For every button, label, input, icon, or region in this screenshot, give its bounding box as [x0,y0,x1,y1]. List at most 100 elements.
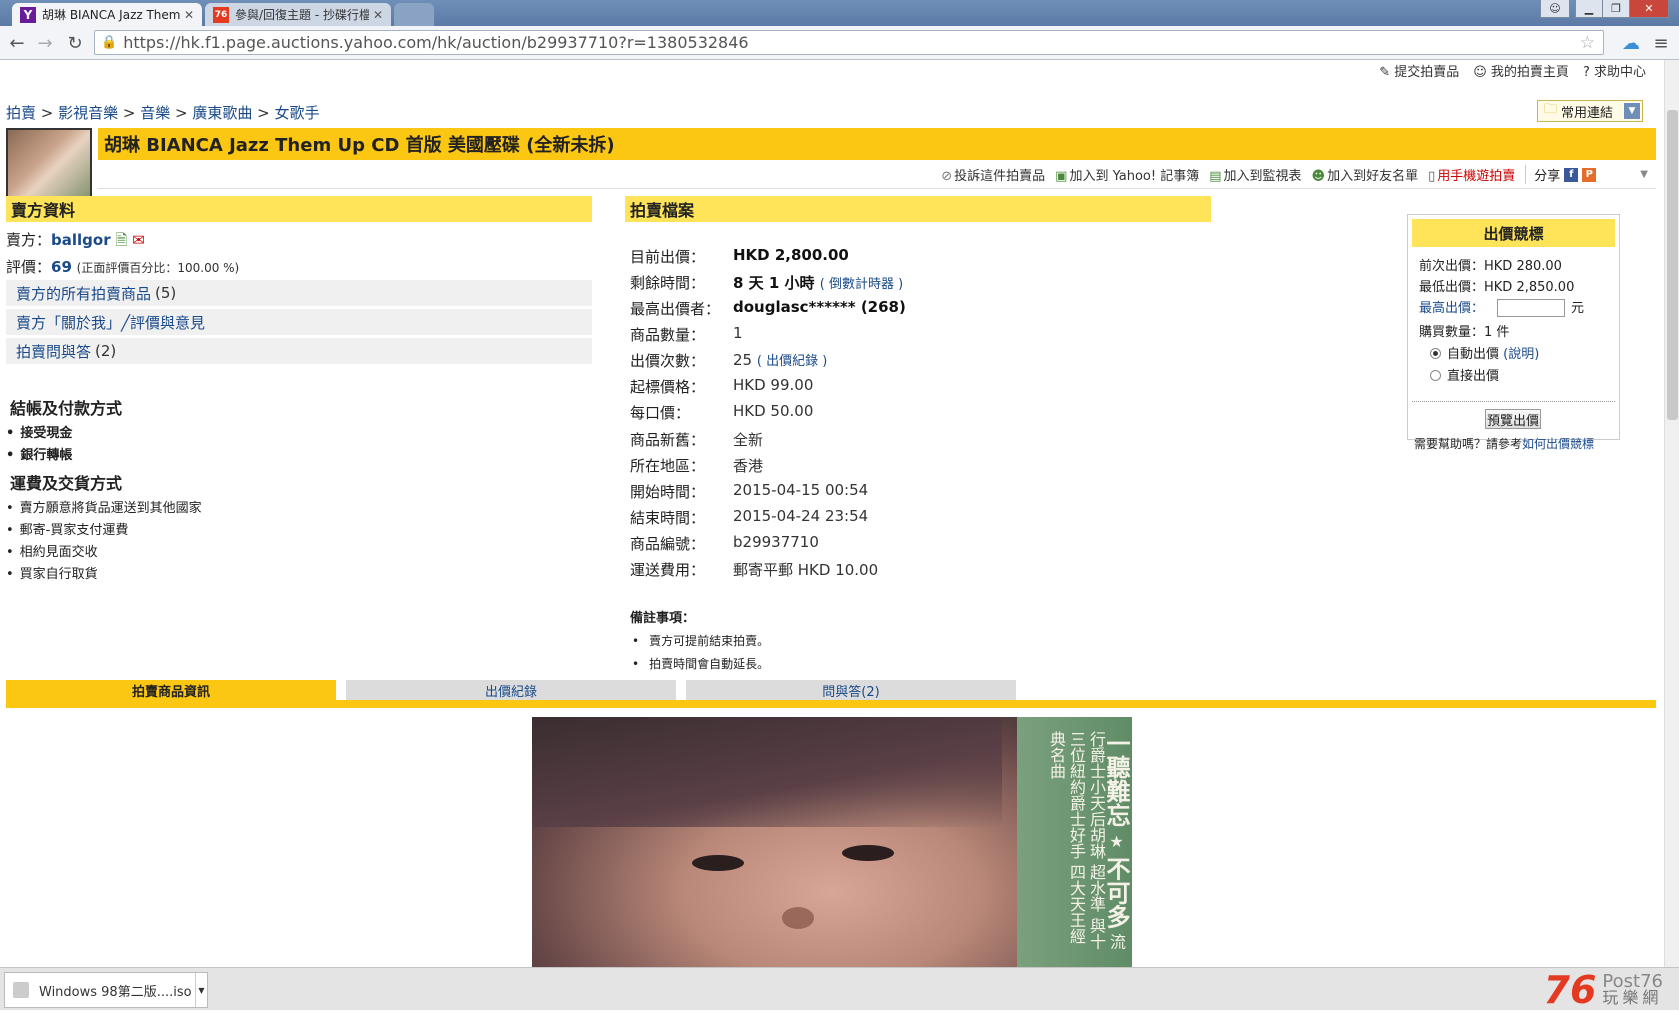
currency-unit: 元 [1571,301,1585,316]
submit-item-link[interactable]: ✎ 提交拍賣品 [1379,61,1459,80]
shipping-item: 賣方願意將貨品運送到其他國家 [6,497,202,516]
url-text: https://hk.f1.page.auctions.yahoo.com/hk… [123,33,749,52]
user-profile-icon[interactable]: ☺ [1540,0,1570,18]
minimize-button[interactable]: ▁ [1575,0,1603,18]
highest-bidder-row: 最高出價者： douglasc****** (268) [630,298,906,320]
breadcrumb-item[interactable]: 影視音樂 [58,104,118,122]
page-scrollbar[interactable] [1664,60,1679,967]
scrollbar-thumb[interactable] [1667,110,1678,420]
seller-heading: 賣方資料 [6,196,592,222]
share-label: 分享 [1534,169,1561,184]
seller-about-link[interactable]: 賣方「關於我」╱評價與意見 [6,309,592,335]
seller-card-icon[interactable]: ✉ [132,231,145,249]
seller-name-link[interactable]: ballgor [51,231,111,249]
breadcrumb-item[interactable]: 音樂 [140,104,170,122]
add-friend-link[interactable]: ☻ 加入到好友名單 [1312,165,1419,184]
menu-icon[interactable]: ≡ [1650,32,1672,54]
increment-row: 每口價： HKD 50.00 [630,402,814,422]
close-tab-icon[interactable]: ✕ [373,8,383,22]
tab-item-info[interactable]: 拍賣商品資訊 [6,680,336,700]
cloud-extension-icon[interactable]: ☁ [1620,32,1642,54]
previous-bid: 前次出價：HKD 280.00 [1419,259,1562,274]
browser-tab-inactive[interactable]: 76 參與/回復主題 - 抄碟行檔 ✕ [205,3,391,26]
photo-eye [692,855,744,871]
auction-page: ✎ 提交拍賣品 ☺ 我的拍賣主頁 ? 求助中心 拍賣 > 影視音樂 > 音樂 >… [0,60,1664,967]
download-bar: Windows 98第二版....iso ▼ 76 Post76 玩樂網 [0,967,1679,1012]
bid-history-link[interactable]: ( 出價紀錄 ) [757,354,827,369]
shipping-fee-row: 運送費用： 郵寄平郵 HKD 10.00 [630,561,879,579]
auto-bid-option[interactable]: 自動出價 (說明) [1430,343,1539,362]
notes-heading: 備註事項： [630,611,696,626]
top-links: ✎ 提交拍賣品 ☺ 我的拍賣主頁 ? 求助中心 [1379,61,1646,80]
download-filename: Windows 98第二版....iso [39,984,192,1000]
close-tab-icon[interactable]: ✕ [184,8,194,22]
download-item[interactable]: Windows 98第二版....iso ▼ [4,972,208,1008]
disc-image-icon [13,982,29,998]
highest-bidder-link[interactable]: douglasc****** (268) [733,298,906,320]
direct-bid-radio[interactable] [1430,370,1441,381]
direct-bid-option[interactable]: 直接出價 [1430,365,1499,384]
time-left: 8 天 1 小時 [733,274,815,292]
breadcrumb-item[interactable]: 廣東歌曲 [192,104,252,122]
my-auction-link[interactable]: ☺ 我的拍賣主頁 [1473,61,1569,80]
restore-button[interactable]: ❐ [1602,0,1630,18]
chevron-down-icon: ▼ [1624,103,1640,119]
shipping-heading: 運費及交貨方式 [10,474,123,493]
https-lock-icon: 🔒 [101,35,118,50]
rating-link[interactable]: 69 [51,258,72,276]
back-icon[interactable]: ← [6,32,28,54]
reload-icon[interactable]: ↻ [64,32,86,54]
notebook-icon: ▣ [1055,169,1068,184]
help-center-link[interactable]: ? 求助中心 [1583,61,1646,80]
item-number-row: 商品編號： b29937710 [630,533,819,553]
browser-tab-active[interactable]: Y 胡琳 BIANCA Jazz Them ✕ [12,3,202,26]
new-tab-button[interactable] [394,3,434,26]
auction-qa-link[interactable]: 拍賣問與答 (2) [6,338,592,364]
plurk-icon[interactable]: P [1582,167,1597,182]
shipping-item: 買家自行取貨 [6,563,98,582]
auction-heading: 拍賣檔案 [625,196,1211,222]
payment-item: 接受現金 [6,422,72,441]
seller-all-items-link[interactable]: 賣方的所有拍賣商品 (5) [6,280,592,306]
countdown-link[interactable]: ( 倒數計時器 ) [820,277,903,292]
mobile-icon: ▯ [1428,169,1436,184]
watermark-zh: 玩樂網 [1602,988,1663,1007]
address-bar[interactable]: 🔒 https://hk.f1.page.auctions.yahoo.com/… [94,30,1604,55]
payment-item: 銀行轉帳 [6,444,72,463]
current-bid-row: 目前出價： HKD 2,800.00 [630,246,849,266]
close-window-button[interactable]: ✕ [1629,0,1669,18]
add-notebook-link[interactable]: ▣ 加入到 Yahoo! 記事簿 [1055,165,1199,184]
breadcrumb-item[interactable]: 拍賣 [6,104,36,122]
tab-bid-history[interactable]: 出價紀錄 [346,680,676,700]
max-bid-input[interactable] [1497,299,1565,317]
seller-name-line: 賣方：ballgor 🗎 ✉ [6,231,145,249]
forward-icon[interactable]: → [34,32,56,54]
payment-heading: 結帳及付款方式 [10,399,123,418]
chevron-down-icon[interactable]: ▼ [1640,169,1648,180]
breadcrumb: 拍賣 > 影視音樂 > 音樂 > 廣東歌曲 > 女歌手 [6,104,320,122]
auto-bid-radio[interactable] [1430,348,1441,359]
condition-row: 商品新舊： 全新 [630,431,764,449]
max-bid-label[interactable]: 最高出價： [1419,301,1484,316]
tab-qa[interactable]: 問與答(2) [686,680,1016,700]
facebook-icon[interactable]: f [1564,167,1579,182]
mobile-auction-link[interactable]: ▯ 用手機遊拍賣 [1428,165,1515,184]
breadcrumb-item[interactable]: 女歌手 [275,104,320,122]
cd-cover-text: 不可多 [1102,856,1131,929]
add-watchlist-link[interactable]: ▤ 加入到監視表 [1209,165,1301,184]
bookmark-star-icon[interactable]: ☆ [1580,33,1595,53]
seller-rating-line: 評價：69 (正面評價百分比：100.00 %) [6,258,240,276]
bid-help: 需要幫助嗎？請參考如何出價競標 [1414,437,1595,451]
tab-underline [6,700,1656,708]
note-item: 拍賣時間會自動延長。 [632,655,769,672]
how-to-bid-link[interactable]: 如何出價競標 [1522,437,1594,451]
preview-bid-button[interactable]: 預覽出價 [1485,409,1541,429]
photo-hair [532,717,1002,827]
item-thumbnail[interactable] [6,128,92,204]
auto-bid-help-link[interactable]: (說明) [1503,347,1539,362]
chevron-down-icon[interactable]: ▼ [195,973,207,1007]
favorites-dropdown[interactable]: 🗀 常用連結 ▼ [1537,100,1643,122]
tab-title: 參與/回復主題 - 抄碟行檔 [235,8,369,22]
report-item-link[interactable]: ⊘ 投訴這件拍賣品 [941,165,1045,184]
cd-cover-band: 一聽難忘 ★ 不可多 流行爵士小天后胡琳 超水準 與十三位紐約爵士好手 四大天王… [1017,717,1132,967]
